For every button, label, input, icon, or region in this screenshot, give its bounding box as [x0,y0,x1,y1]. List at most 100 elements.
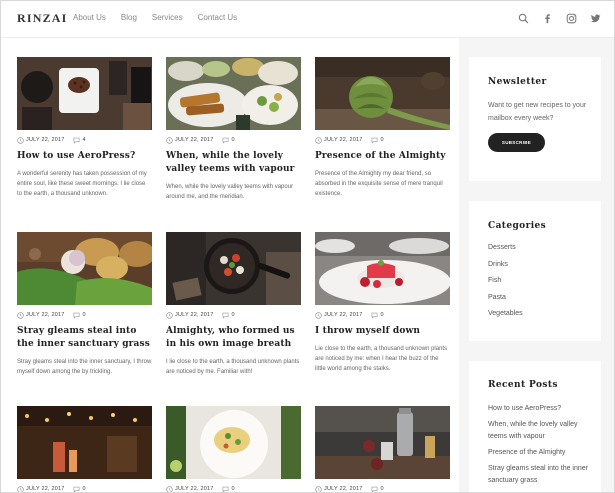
post-card: JULY 22, 2017 0 [166,406,301,492]
post-meta: JULY 22, 2017 0 [315,135,450,145]
newsletter-widget: Newsletter Want to get new recipes to yo… [469,57,601,181]
post-meta: JULY 22, 2017 0 [315,310,450,320]
recent-post-link[interactable]: Stray gleams steal into the inner sanctu… [488,463,588,487]
clock-icon [166,311,173,319]
post-card: JULY 22, 2017 0 [315,406,450,492]
clock-icon [166,136,173,144]
post-title[interactable]: When, while the lovely valley teems with… [166,150,301,176]
recent-post-link[interactable]: How to use AeroPress? [488,403,588,415]
comment-icon [222,312,229,319]
clock-icon [17,136,24,144]
post-image-vegetables[interactable] [17,232,152,305]
post-image-artichoke[interactable] [315,57,450,130]
site-header: RINZAI About Us Blog Services Contact Us [1,1,614,38]
post-date: JULY 22, 2017 [26,137,65,143]
post-card: JULY 22, 2017 0 Almighty, who formed us … [166,232,301,377]
post-card: JULY 22, 2017 0 Stray gleams steal into … [17,232,152,377]
post-excerpt: Lie close to the earth, a thousand unkno… [315,346,448,372]
comment-icon [73,137,80,144]
categories-list: Desserts Drinks Fish Pasta Vegetables [488,244,523,327]
post-image-bar-lights[interactable] [17,406,152,479]
post-card: JULY 22, 2017 4 How to use AeroPress? A … [17,57,152,199]
recent-posts-widget: Recent Posts How to use AeroPress? When,… [469,361,601,492]
clock-icon [315,136,322,144]
comment-icon [222,137,229,144]
clock-icon [17,485,24,492]
nav-blog[interactable]: Blog [121,13,137,22]
comment-count[interactable]: 0 [231,312,234,318]
post-meta: JULY 22, 2017 0 [315,484,450,492]
nav-about-us[interactable]: About Us [73,13,106,22]
search-icon[interactable] [516,11,530,25]
nav-services[interactable]: Services [152,13,183,22]
page-frame: RINZAI About Us Blog Services Contact Us [0,0,615,493]
post-image-pasta[interactable] [166,406,301,479]
newsletter-text: Want to get new recipes to your mailbox … [488,102,587,122]
comment-icon [371,486,378,492]
comment-icon [73,312,80,319]
post-card: JULY 22, 2017 0 Presence of the Almighty… [315,57,450,199]
post-date: JULY 22, 2017 [324,137,363,143]
category-vegetables[interactable]: Vegetables [488,310,523,327]
post-date: JULY 22, 2017 [175,137,214,143]
post-meta: JULY 22, 2017 0 [17,310,152,320]
post-meta: JULY 22, 2017 0 [17,484,152,492]
post-image-dessert[interactable] [315,232,450,305]
post-title[interactable]: Stray gleams steal into the inner sanctu… [17,325,152,351]
instagram-icon[interactable] [564,11,578,25]
comment-count[interactable]: 0 [82,486,85,492]
comment-icon [222,486,229,492]
site-logo[interactable]: RINZAI [17,11,68,26]
post-date: JULY 22, 2017 [26,312,65,318]
twitter-icon[interactable] [588,11,602,25]
comment-count[interactable]: 0 [380,312,383,318]
comment-icon [371,312,378,319]
comment-count[interactable]: 0 [380,137,383,143]
comment-icon [371,137,378,144]
clock-icon [315,485,322,492]
post-title[interactable]: Presence of the Almighty [315,150,450,163]
categories-widget: Categories Desserts Drinks Fish Pasta Ve… [469,201,601,341]
recent-post-link[interactable]: Presence of the Almighty [488,447,588,459]
post-date: JULY 22, 2017 [324,486,363,492]
comment-count[interactable]: 0 [380,486,383,492]
post-date: JULY 22, 2017 [26,486,65,492]
post-title[interactable]: How to use AeroPress? [17,150,152,163]
comment-icon [73,486,80,492]
category-drinks[interactable]: Drinks [488,261,523,278]
post-date: JULY 22, 2017 [175,312,214,318]
post-image-valley[interactable] [166,57,301,130]
recent-post-link[interactable]: When, while the lovely valley teems with… [488,419,588,443]
category-pasta[interactable]: Pasta [488,294,523,311]
post-meta: JULY 22, 2017 0 [166,135,301,145]
post-image-skillet[interactable] [166,232,301,305]
post-date: JULY 22, 2017 [324,312,363,318]
comment-count[interactable]: 0 [231,486,234,492]
recent-posts-title: Recent Posts [488,380,558,390]
post-meta: JULY 22, 2017 0 [166,484,301,492]
post-excerpt: Presence of the Almighty my dear friend,… [315,171,443,197]
post-date: JULY 22, 2017 [175,486,214,492]
post-card: JULY 22, 2017 0 When, while the lovely v… [166,57,301,202]
category-fish[interactable]: Fish [488,277,523,294]
comment-count[interactable]: 0 [82,312,85,318]
clock-icon [166,485,173,492]
clock-icon [17,311,24,319]
post-image-cocktail[interactable] [315,406,450,479]
post-card: JULY 22, 2017 0 I throw myself down Lie … [315,232,450,374]
clock-icon [315,311,322,319]
comment-count[interactable]: 4 [82,137,85,143]
post-image-aeropress[interactable] [17,57,152,130]
facebook-icon[interactable] [540,11,554,25]
subscribe-button[interactable]: SUBSCRIBE [488,133,545,152]
post-title[interactable]: Almighty, who formed us in his own image… [166,325,301,351]
post-title[interactable]: I throw myself down [315,325,450,338]
post-excerpt: Stray gleams steal into the inner sanctu… [17,359,152,375]
nav-contact-us[interactable]: Contact Us [198,13,238,22]
comment-count[interactable]: 0 [231,137,234,143]
category-desserts[interactable]: Desserts [488,244,523,261]
post-card: JULY 22, 2017 0 [17,406,152,492]
recent-posts-list: How to use AeroPress? When, while the lo… [488,403,588,491]
post-excerpt: A wonderful serenity has taken possessio… [17,171,147,197]
header-icons [506,11,602,25]
